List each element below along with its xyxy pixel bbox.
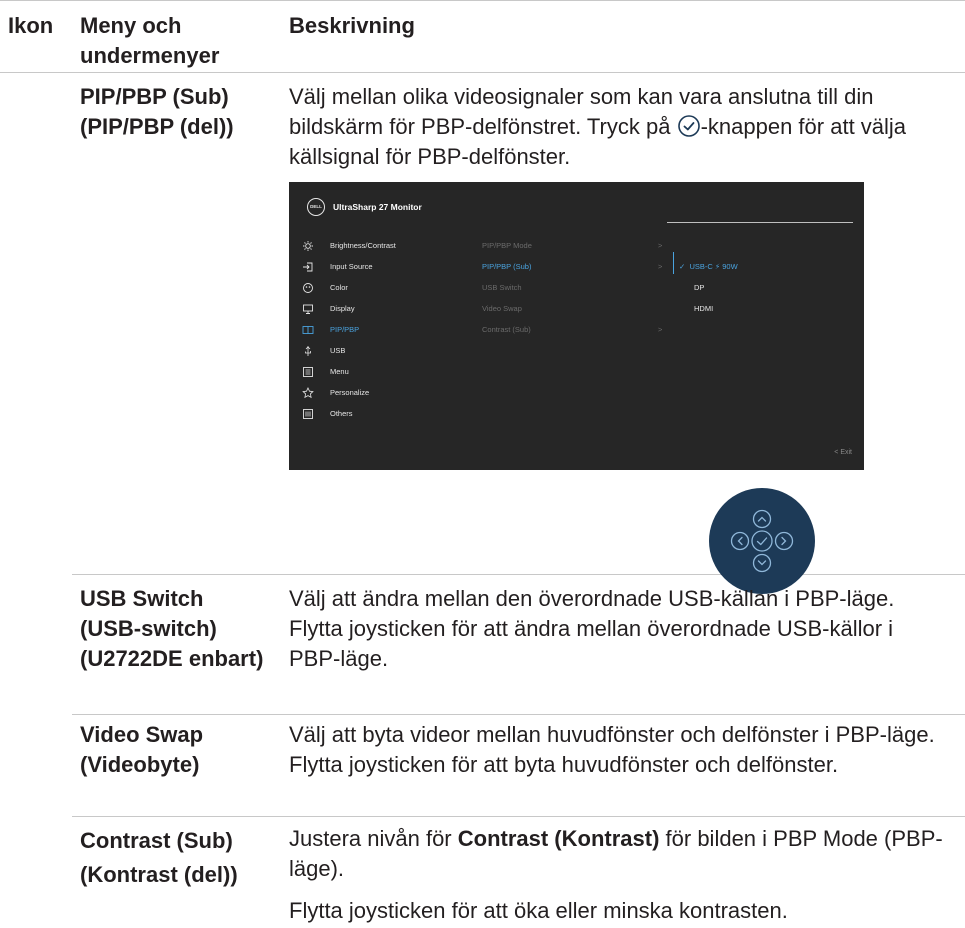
row-desc-contrast-sub: Justera nivån för Contrast (Kontrast) fö… [289,824,954,926]
chevron-right-icon: > [658,325,663,334]
display-icon [303,304,313,314]
header-bottom-border [0,72,965,73]
menu-icon [303,367,313,377]
row-name-usb-switch: USB Switch (USB-switch) (U2722DE enbart) [80,586,264,671]
header-menu: Meny och undermenyer [80,13,220,68]
osd-menu-label: Others [330,409,353,418]
row-name-contrast-sub: Contrast (Sub) (Kontrast (del)) [80,828,238,887]
osd-submenu-item[interactable]: Contrast (Sub) > [482,325,682,337]
osd-option[interactable]: HDMI [694,304,713,314]
desc-text: Justera nivån för [289,826,458,851]
osd-title: UltraSharp 27 Monitor [333,202,422,212]
osd-submenu-label: USB Switch [482,283,522,292]
osd-menu-item[interactable]: Menu [302,366,482,378]
osd-menu-label: Personalize [330,388,370,397]
usb-icon [305,346,311,356]
osd-submenu-item[interactable]: PIP/PBP Mode > [482,241,682,253]
osd-submenu-label: Contrast (Sub) [482,325,531,334]
joystick-graphic [709,488,815,594]
desc-bold-text: Contrast (Kontrast) [457,826,660,851]
desc-paragraph: Justera nivån för Contrast (Kontrast) fö… [289,824,954,884]
osd-menu-label: Input Source [330,262,373,271]
osd-submenu-label: Video Swap [482,304,522,313]
pip-pbp-icon [302,326,314,334]
osd-menu-item[interactable]: Display [302,303,482,315]
header-description: Beskrivning [289,13,415,38]
dell-logo: DELL [307,198,325,216]
osd-menu-item[interactable]: Personalize [302,387,482,399]
row-name-pip-pbp-sub: PIP/PBP (Sub) (PIP/PBP (del)) [80,84,234,139]
others-icon [303,409,313,419]
desc-paragraph: Flytta joysticken för att öka eller mins… [289,898,788,923]
osd-menu-label: Menu [330,367,349,376]
osd-title-underline [667,222,853,223]
osd-submenu-label: PIP/PBP (Sub) [482,262,532,271]
osd-menu-label: USB [330,346,346,355]
osd-menu-item[interactable]: Brightness/Contrast [302,240,482,252]
osd-menu-label: Color [330,283,348,292]
osd-option-label: USB-C ⚡ 90W [689,262,738,271]
osd-exit-button[interactable]: < Exit [834,448,852,458]
osd-screenshot: DELL UltraSharp 27 Monitor Brightness/Co… [289,182,864,470]
checkmark-icon: ✓ [679,262,690,271]
osd-option-label: DP [694,283,705,292]
osd-menu-item[interactable]: Color [302,282,482,294]
chevron-right-icon: > [658,262,663,271]
osd-menu-item[interactable]: Others [302,408,482,420]
osd-submenu-label: PIP/PBP Mode [482,241,532,250]
osd-menu-item[interactable]: Input Source [302,261,482,273]
osd-option[interactable]: DP [694,283,704,293]
table-top-border [0,0,965,1]
osd-option-selected[interactable]: ✓ USB-C ⚡ 90W [679,262,738,272]
color-icon [303,283,313,293]
row-desc-video-swap: Välj att byta videor mellan huvudfönster… [289,722,935,777]
header-icon: Ikon [8,13,54,38]
chevron-right-icon: > [658,241,663,250]
input-source-icon [303,262,313,272]
osd-menu-label: PIP/PBP [330,325,360,334]
osd-option-label: HDMI [694,304,714,313]
osd-menu-label: Display [330,304,355,313]
row-divider [72,714,965,715]
row-desc-pip-pbp-sub: Välj mellan olika videosignaler som kan … [289,82,959,172]
osd-menu-item-active[interactable]: PIP/PBP [302,324,482,336]
osd-submenu-item[interactable]: Video Swap [482,304,682,316]
brightness-icon [303,241,313,251]
row-divider [72,816,965,817]
osd-menu-item[interactable]: USB [302,345,482,357]
row-desc-usb-switch: Välj att ändra mellan den överordnade US… [289,586,895,671]
star-icon [302,387,314,399]
check-circle-icon [677,115,700,137]
osd-menu-label: Brightness/Contrast [330,241,396,250]
selection-bar [673,252,674,274]
row-divider [72,574,965,575]
row-name-video-swap: Video Swap (Videobyte) [80,722,204,777]
osd-submenu-item[interactable]: USB Switch [482,283,682,295]
osd-submenu-item-active[interactable]: PIP/PBP (Sub) > [482,262,682,274]
